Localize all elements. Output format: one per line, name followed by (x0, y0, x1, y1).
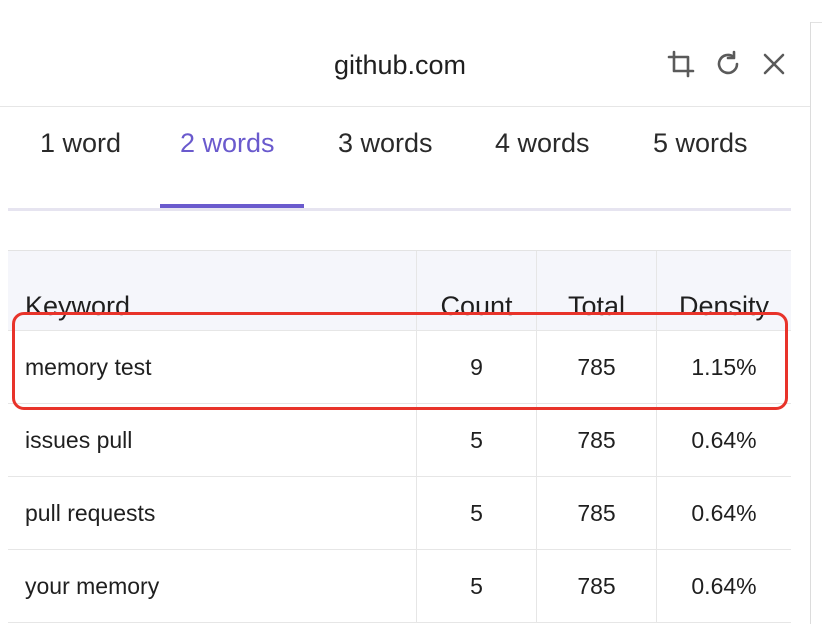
tab-5-words[interactable]: 5 words (653, 128, 748, 198)
column-header-density[interactable]: Density (656, 251, 791, 330)
refresh-icon (717, 50, 739, 75)
count-cell: 5 (416, 550, 536, 622)
panel-header: github.com (0, 22, 810, 107)
table-row[interactable]: pull requests 5 785 0.64% (8, 477, 791, 550)
column-header-keyword[interactable]: Keyword (8, 251, 416, 330)
tab-2-words[interactable]: 2 words (180, 128, 275, 198)
total-cell: 785 (536, 550, 656, 622)
total-cell: 785 (536, 477, 656, 549)
count-cell: 5 (416, 477, 536, 549)
keyword-cell: pull requests (25, 499, 156, 526)
keyword-cell: your memory (25, 572, 160, 599)
density-cell: 0.64% (656, 404, 791, 476)
crop-button[interactable] (666, 49, 696, 79)
table-header-row: Keyword Count Total Density (8, 251, 791, 331)
total-cell: 785 (536, 404, 656, 476)
total-cell: 785 (536, 331, 656, 403)
crop-icon (667, 50, 695, 78)
tab-3-words[interactable]: 3 words (338, 128, 433, 198)
column-header-total[interactable]: Total (536, 251, 656, 330)
close-button[interactable] (759, 49, 789, 79)
table-row[interactable]: memory test 9 785 1.15% (8, 331, 791, 404)
top-strip (0, 0, 822, 23)
density-cell: 0.64% (656, 477, 791, 549)
active-tab-indicator (160, 204, 304, 208)
keyword-cell: memory test (25, 353, 152, 380)
column-header-count[interactable]: Count (416, 251, 536, 330)
count-cell: 9 (416, 331, 536, 403)
tab-1-word[interactable]: 1 word (40, 128, 121, 198)
keyword-table: Keyword Count Total Density memory test … (8, 250, 791, 623)
ngram-tabs: 1 word 2 words 3 words 4 words 5 words (8, 112, 791, 211)
table-row[interactable]: issues pull 5 785 0.64% (8, 404, 791, 477)
density-cell: 0.64% (656, 550, 791, 622)
keyword-cell: issues pull (25, 426, 133, 453)
table-row[interactable]: your memory 5 785 0.64% (8, 550, 791, 623)
density-cell: 1.15% (656, 331, 791, 403)
refresh-button[interactable] (713, 49, 743, 79)
close-icon (763, 53, 785, 75)
count-cell: 5 (416, 404, 536, 476)
tab-4-words[interactable]: 4 words (495, 128, 590, 198)
